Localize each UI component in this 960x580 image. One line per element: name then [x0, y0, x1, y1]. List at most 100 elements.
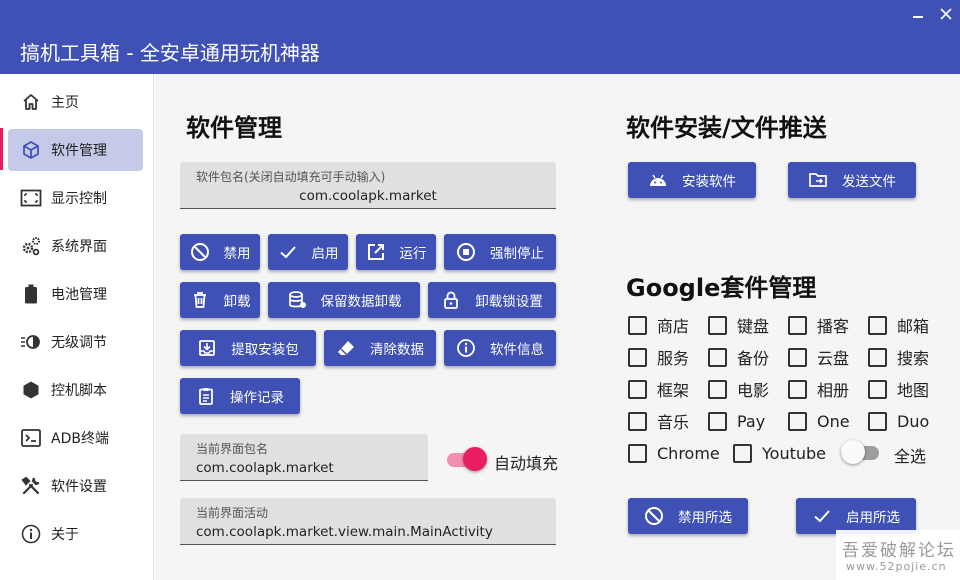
sidebar-item-home[interactable]: 主页: [0, 81, 154, 123]
sidebar-item-label: 关于: [51, 527, 79, 543]
checkbox-box: [868, 347, 887, 367]
window-title: 搞机工具箱 - 全安卓通用玩机神器: [20, 41, 320, 65]
checkbox-google-item[interactable]: 云盘: [788, 346, 849, 368]
clipboard-icon: [196, 386, 216, 406]
keep-data-uninstall-button[interactable]: 保留数据卸载: [268, 282, 420, 318]
checkbox-google-item[interactable]: 商店: [628, 314, 689, 336]
checkbox-label: 商店: [657, 317, 690, 336]
eraser-icon: [336, 338, 356, 358]
checkbox-google-item[interactable]: 电影: [708, 378, 769, 400]
hexagon-icon: [20, 379, 42, 401]
sidebar-item-adb-terminal[interactable]: ADB终端: [0, 417, 154, 459]
checkbox-google-item[interactable]: 邮箱: [868, 314, 929, 336]
operation-log-button[interactable]: 操作记录: [180, 378, 300, 414]
sidebar-item-settings[interactable]: 软件设置: [0, 465, 154, 507]
database-icon: [287, 290, 307, 310]
push-file-button[interactable]: 发送文件: [788, 162, 916, 198]
sidebar-item-label: 电池管理: [51, 287, 107, 303]
check-icon: [812, 506, 832, 526]
gears-icon: [20, 235, 42, 257]
active-indicator: [0, 128, 3, 170]
checkbox-box: [868, 411, 887, 431]
checkbox-google-item[interactable]: 相册: [788, 378, 849, 400]
disable-button[interactable]: 禁用: [180, 234, 260, 270]
extract-apk-button[interactable]: 提取安装包: [180, 330, 316, 366]
google-suite-title: Google套件管理: [626, 274, 817, 302]
checkbox-label: 备份: [737, 349, 770, 368]
sidebar-item-display[interactable]: 显示控制: [0, 177, 154, 219]
checkbox-google-item[interactable]: 键盘: [708, 314, 769, 336]
sidebar-item-label: 主页: [51, 95, 79, 111]
uninstall-button[interactable]: 卸载: [180, 282, 260, 318]
force-stop-button[interactable]: 强制停止: [444, 234, 556, 270]
tools-icon: [20, 475, 42, 497]
current-package-value: com.coolapk.market: [196, 460, 334, 476]
sidebar-item-battery[interactable]: 电池管理: [0, 273, 154, 315]
watermark: 吾爱破解论坛 www.52pojie.cn: [836, 530, 960, 580]
select-all-toggle[interactable]: 全选: [841, 440, 931, 466]
toggle-knob: [463, 447, 487, 471]
checkbox-box: [628, 347, 647, 367]
checkbox-label: 地图: [897, 381, 930, 400]
run-button[interactable]: 运行: [356, 234, 436, 270]
cube-icon: [20, 139, 42, 161]
checkbox-box: [708, 315, 727, 335]
sidebar-item-label: ADB终端: [51, 431, 109, 447]
minimize-button[interactable]: [908, 4, 928, 24]
checkbox-box: [788, 379, 807, 399]
enable-button[interactable]: 启用: [268, 234, 348, 270]
checkbox-google-item[interactable]: One: [788, 410, 850, 432]
current-package-field[interactable]: 当前界面包名 com.coolapk.market: [180, 434, 428, 481]
current-package-label: 当前界面包名: [196, 442, 269, 456]
checkbox-label: 相册: [817, 381, 850, 400]
sidebar-item-software[interactable]: 软件管理: [8, 129, 143, 171]
close-button[interactable]: [936, 4, 956, 24]
software-management-title: 软件管理: [186, 114, 282, 142]
package-name-field[interactable]: 软件包名(关闭自动填充可手动输入) com.coolapk.market: [180, 162, 556, 209]
checkbox-google-item[interactable]: 服务: [628, 346, 689, 368]
autofill-toggle[interactable]: 自动填充: [447, 447, 559, 473]
title-bar: 搞机工具箱 - 全安卓通用玩机神器: [0, 0, 960, 74]
clear-data-button[interactable]: 清除数据: [324, 330, 436, 366]
stop-circle-icon: [456, 242, 476, 262]
checkbox-label: 播客: [817, 317, 850, 336]
sidebar-item-brightness[interactable]: 无级调节: [0, 321, 154, 363]
sidebar-item-label: 软件设置: [51, 479, 107, 495]
sidebar-item-scripts[interactable]: 控机脚本: [0, 369, 154, 411]
select-all-label: 全选: [894, 447, 927, 466]
uninstall-lock-button[interactable]: 卸载锁设置: [428, 282, 556, 318]
checkbox-google-item[interactable]: 框架: [628, 378, 689, 400]
package-name-label: 软件包名(关闭自动填充可手动输入): [196, 170, 386, 184]
checkbox-google-item[interactable]: 备份: [708, 346, 769, 368]
checkbox-google-item[interactable]: 音乐: [628, 410, 689, 432]
checkbox-google-item[interactable]: 搜索: [868, 346, 929, 368]
autofill-label: 自动填充: [494, 454, 559, 473]
sidebar-item-about[interactable]: 关于: [0, 513, 154, 555]
sidebar-item-label: 软件管理: [51, 143, 107, 159]
watermark-text: 吾爱破解论坛: [842, 541, 956, 561]
checkbox-youtube[interactable]: Youtube: [733, 442, 826, 464]
checkbox-box: [708, 411, 727, 431]
disable-selected-button[interactable]: 禁用所选: [628, 498, 748, 534]
sidebar-item-system-ui[interactable]: 系统界面: [0, 225, 154, 267]
install-push-title: 软件安装/文件推送: [626, 114, 827, 142]
trash-icon: [190, 290, 210, 310]
checkbox-google-item[interactable]: 播客: [788, 314, 849, 336]
package-name-value: com.coolapk.market: [299, 188, 437, 204]
checkbox-label: 服务: [657, 349, 690, 368]
checkbox-google-item[interactable]: 地图: [868, 378, 929, 400]
checkbox-label: 框架: [657, 381, 690, 400]
checkbox-box: [788, 347, 807, 367]
close-icon: [940, 8, 952, 20]
install-app-button[interactable]: 安装软件: [628, 162, 756, 198]
checkbox-chrome[interactable]: Chrome: [628, 442, 720, 464]
checkbox-google-item[interactable]: Pay: [708, 410, 765, 432]
sidebar: 主页 软件管理 显示控制 系统界面 电池管理 无级调节 控机脚本 ADB终端 软…: [0, 74, 154, 580]
checkbox-box: [788, 315, 807, 335]
current-activity-field[interactable]: 当前界面活动 com.coolapk.market.view.main.Main…: [180, 498, 556, 545]
checkbox-box: [628, 379, 647, 399]
app-info-button[interactable]: 软件信息: [444, 330, 556, 366]
checkbox-google-item[interactable]: Duo: [868, 410, 929, 432]
checkbox-box: [733, 443, 752, 463]
enable-selected-button[interactable]: 启用所选: [796, 498, 916, 534]
